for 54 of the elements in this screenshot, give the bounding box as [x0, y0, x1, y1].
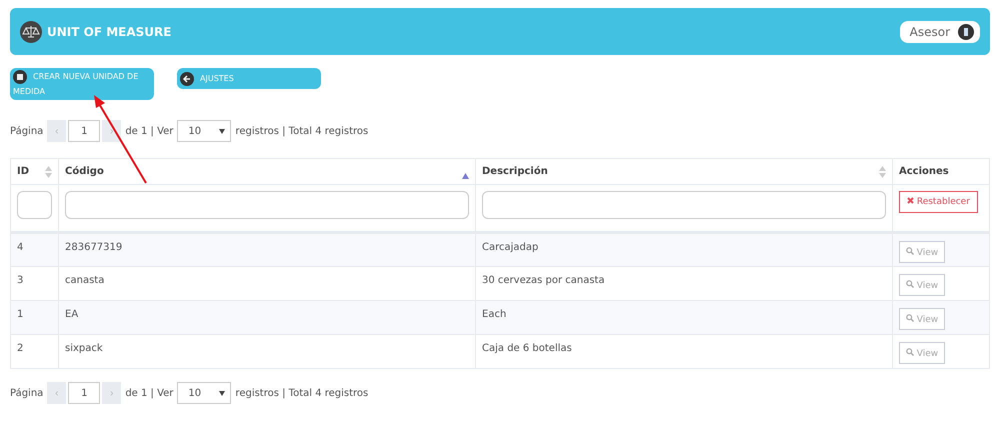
table-cell: canasta — [65, 275, 104, 286]
table-cell: EA — [65, 309, 78, 320]
next-page-button[interactable]: › — [102, 382, 122, 404]
view-button[interactable]: View — [899, 342, 945, 364]
search-icon — [906, 314, 914, 322]
sort-icon — [879, 166, 886, 178]
plus-icon — [13, 70, 27, 84]
search-icon — [906, 348, 914, 356]
column-header[interactable]: Código — [65, 166, 104, 178]
reset-button[interactable]: Restablecer — [899, 191, 978, 214]
filter-field[interactable] — [17, 191, 52, 220]
record-summary: registros | Total 4 registros — [235, 126, 368, 137]
caret-icon — [219, 390, 226, 396]
settings-button[interactable]: AJUSTES — [177, 68, 321, 89]
search-icon — [906, 246, 914, 255]
page-label: Página — [10, 388, 44, 399]
column-header[interactable]: ID — [17, 166, 30, 178]
user-button[interactable]: Asesor — [900, 20, 980, 42]
table-cell: Each — [482, 309, 506, 320]
record-summary: registros | Total 4 registros — [235, 388, 368, 399]
create-button[interactable]: CREAR NUEVA UNIDAD DE MEDIDA — [10, 68, 154, 100]
page-count: de 1 | Ver — [125, 126, 174, 137]
sort-icon — [45, 166, 52, 178]
table-cell: 2 — [17, 343, 24, 354]
page-input[interactable]: 1 — [68, 382, 100, 404]
page-count: de 1 | Ver — [125, 388, 174, 399]
sort-ascending-icon — [462, 172, 469, 179]
page-size-select[interactable]: 10 — [177, 382, 232, 404]
view-button[interactable]: View — [899, 308, 945, 330]
filter-field[interactable] — [65, 191, 469, 220]
user-icon — [958, 24, 974, 40]
previous-page-button[interactable]: ‹ — [47, 382, 66, 404]
table-cell: Carcajadap — [482, 242, 538, 254]
caret-icon — [219, 128, 226, 134]
close-icon — [907, 197, 914, 204]
table-cell: sixpack — [65, 343, 103, 354]
table-cell: 283677319 — [65, 242, 122, 254]
table-cell: 1 — [17, 309, 24, 320]
filter-field[interactable] — [482, 191, 886, 220]
page-input[interactable]: 1 — [68, 120, 100, 142]
search-icon — [906, 280, 914, 288]
page-title: UNIT OF MEASURE — [47, 24, 172, 38]
table-cell: Caja de 6 botellas — [482, 343, 572, 354]
scale-icon — [20, 20, 42, 42]
column-header[interactable]: Descripción — [482, 166, 548, 178]
previous-page-button[interactable]: ‹ — [47, 120, 66, 142]
table-cell: 3 — [17, 275, 24, 286]
page-size-select[interactable]: 10 — [177, 120, 232, 142]
view-button[interactable]: View — [899, 274, 945, 296]
view-button[interactable]: View — [899, 241, 945, 264]
table-cell: 30 cervezas por canasta — [482, 275, 605, 286]
column-header: Acciones — [899, 166, 949, 178]
page-label: Página — [10, 126, 44, 137]
table-cell: 4 — [17, 242, 24, 254]
